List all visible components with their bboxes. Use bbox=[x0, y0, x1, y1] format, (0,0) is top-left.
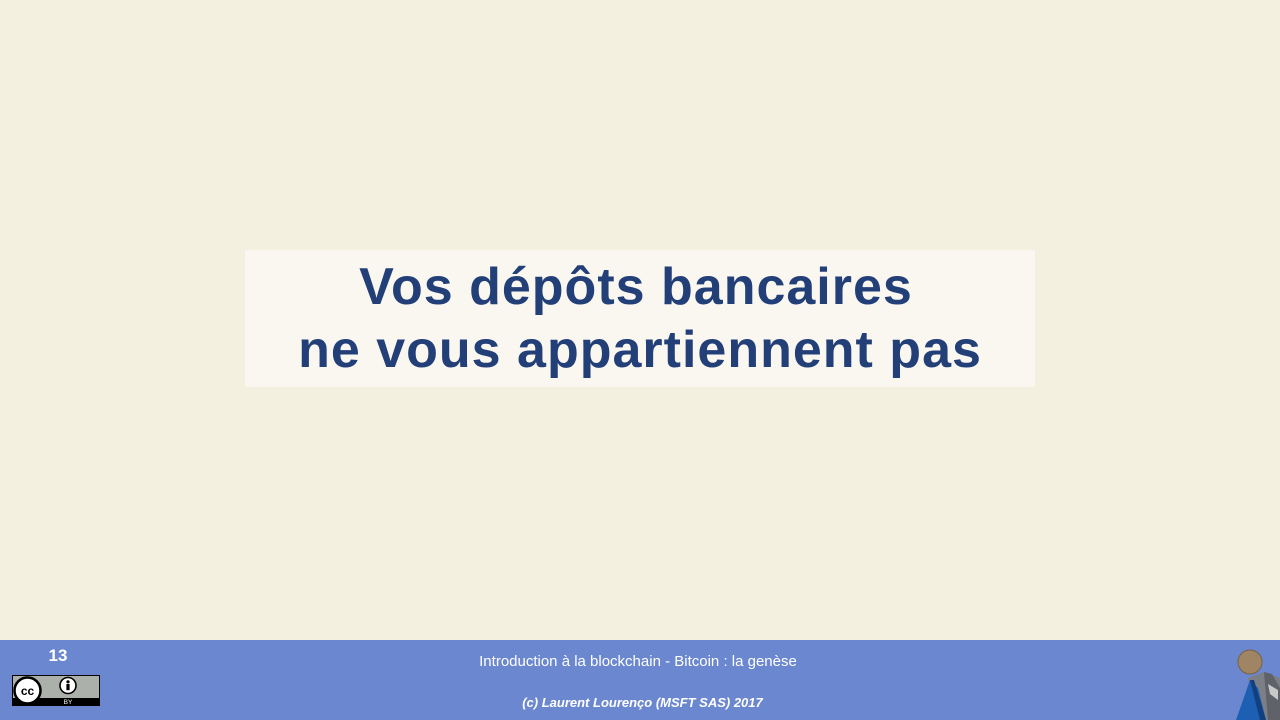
person-figure-logo-icon bbox=[1236, 649, 1280, 720]
svg-text:cc: cc bbox=[21, 684, 35, 698]
creative-commons-by-icon: cc BY bbox=[12, 675, 100, 706]
slide-canvas: Vos dépôts bancaires ne vous appartienne… bbox=[0, 0, 1280, 640]
footer-copyright: (c) Laurent Lourenço (MSFT SAS) 2017 bbox=[522, 695, 763, 710]
page-number: 13 bbox=[48, 646, 68, 665]
title-line-1: Vos dépôts bancaires bbox=[359, 258, 913, 316]
title-box: Vos dépôts bancaires ne vous appartienne… bbox=[245, 250, 1035, 387]
footer-bar: 13 cc BY Introduction à la blockchain - … bbox=[0, 640, 1280, 720]
title-line-2: ne vous appartiennent pas bbox=[298, 321, 982, 379]
license-by-label: BY bbox=[64, 699, 73, 706]
footer-presentation-title: Introduction à la blockchain - Bitcoin :… bbox=[479, 653, 797, 670]
